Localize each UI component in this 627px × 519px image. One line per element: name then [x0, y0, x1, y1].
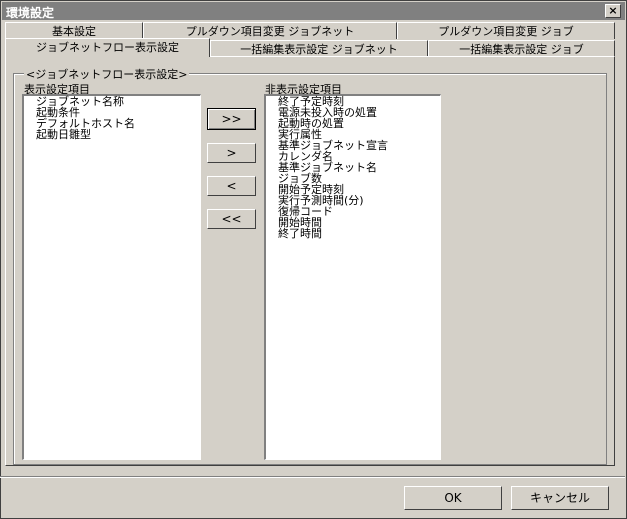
- group-label: <ジョブネットフロー表示設定>: [24, 66, 190, 82]
- add-label: >: [226, 146, 237, 160]
- cancel-label: キャンセル: [529, 491, 590, 505]
- add-all-label: >>: [221, 112, 242, 126]
- tab-pulldown-job[interactable]: プルダウン項目変更 ジョブ: [397, 22, 615, 39]
- remove-label: <: [226, 179, 237, 193]
- cancel-button[interactable]: キャンセル: [511, 486, 609, 510]
- tab-bulk-edit-jobnet[interactable]: 一括編集表示設定 ジョブネット: [210, 40, 428, 57]
- list-item[interactable]: 終了時間: [278, 228, 440, 239]
- remove-all-button[interactable]: <<: [207, 209, 256, 229]
- remove-all-label: <<: [221, 212, 242, 226]
- tab-basic-settings[interactable]: 基本設定: [5, 22, 143, 39]
- window-title: 環境設定: [6, 6, 55, 20]
- add-all-button[interactable]: >>: [207, 108, 256, 130]
- list-item[interactable]: 起動日雛型: [36, 129, 200, 140]
- display-listbox[interactable]: ジョブネット名称 起動条件 デフォルトホスト名 起動日雛型: [22, 94, 201, 460]
- tab-pulldown-jobnet[interactable]: プルダウン項目変更 ジョブネット: [143, 22, 397, 39]
- close-button[interactable]: ×: [605, 4, 621, 18]
- ok-button[interactable]: OK: [404, 486, 502, 510]
- ok-label: OK: [444, 491, 462, 505]
- title-bar: 環境設定 ×: [2, 2, 625, 20]
- remove-button[interactable]: <: [207, 176, 256, 196]
- footer-separator: [0, 476, 625, 478]
- add-button[interactable]: >: [207, 143, 256, 163]
- tab-jobnet-flow-display[interactable]: ジョブネットフロー表示設定: [5, 38, 210, 57]
- tab-bulk-edit-job[interactable]: 一括編集表示設定 ジョブ: [428, 40, 615, 57]
- hidden-listbox[interactable]: 終了予定時刻 電源未投入時の処置 起動時の処置 実行属性 基準ジョブネット宣言 …: [264, 94, 441, 460]
